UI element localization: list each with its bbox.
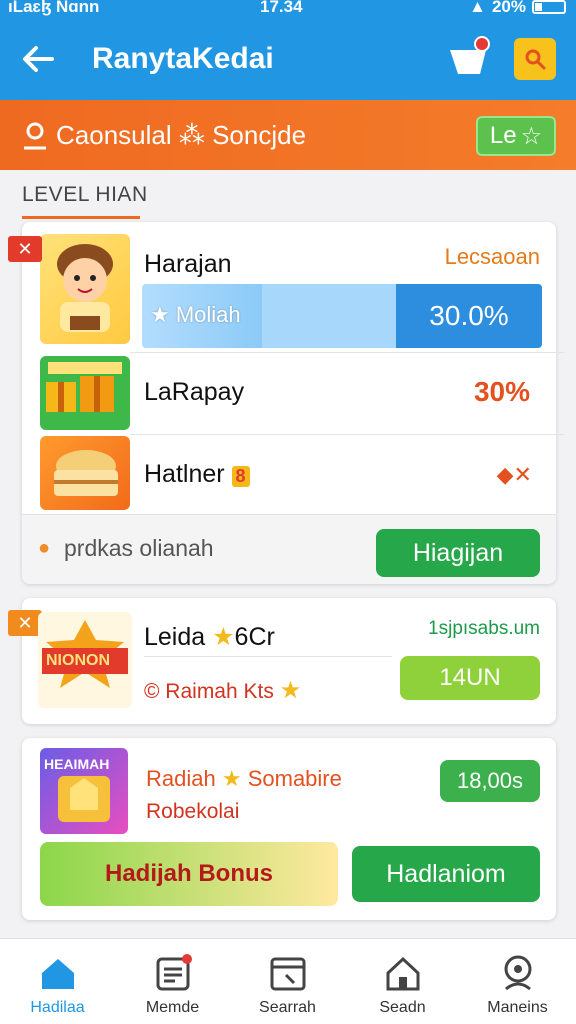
item-thumbnail[interactable] bbox=[40, 234, 130, 344]
item-thumbnail[interactable] bbox=[40, 356, 130, 430]
nav-item-profile[interactable]: Maneins bbox=[460, 939, 575, 1024]
home-icon bbox=[42, 959, 74, 989]
item-thumbnail[interactable]: NIONON bbox=[38, 612, 132, 708]
divider bbox=[130, 352, 564, 353]
promo-banner: Caonsulal ⁂ Soncjde Le ☆ bbox=[0, 100, 576, 170]
back-arrow-icon bbox=[23, 46, 54, 72]
nav-item-home[interactable]: Hadilaa bbox=[0, 939, 115, 1024]
nav-item-list[interactable]: Memde bbox=[115, 939, 230, 1024]
item-status: Lecsaoan bbox=[444, 244, 540, 269]
clock: 17.34 bbox=[260, 0, 303, 16]
search-icon bbox=[525, 49, 546, 70]
nav-item-house[interactable]: Seadn bbox=[345, 939, 460, 1024]
location-icon: ● bbox=[38, 537, 51, 559]
progress-bar: ★ Moliah 30.0% bbox=[142, 284, 542, 348]
star-icon: ★ bbox=[221, 766, 242, 791]
action-button[interactable]: Hadlaniom bbox=[352, 846, 540, 902]
app-bar: RanytaKedai bbox=[0, 22, 576, 100]
battery-label: 20% bbox=[491, 0, 526, 16]
claim-button[interactable]: Hiagijan bbox=[376, 529, 540, 577]
item-percent: 30% bbox=[473, 376, 530, 407]
card-footer: ● prdkas olianah Hiagijan bbox=[22, 514, 556, 584]
section-title: LEVEL HIAN bbox=[22, 183, 148, 206]
footer-text: prdkas olianah bbox=[64, 535, 214, 561]
battery-icon bbox=[532, 0, 566, 14]
reward-title: Leida ★6Cr bbox=[144, 623, 275, 651]
reward-link[interactable]: 1sjpısabs.um bbox=[428, 618, 540, 640]
star-outline-icon: ☆ bbox=[520, 122, 543, 150]
level-button[interactable]: Le ☆ bbox=[476, 116, 556, 156]
star-icon: ★ bbox=[279, 677, 302, 704]
bottom-nav: Hadilaa Memde Searrah Seadn Maneins bbox=[0, 938, 576, 1024]
user-icon bbox=[24, 122, 46, 150]
nav-label: Seadn bbox=[379, 999, 426, 1016]
signal-icon: ▲ bbox=[469, 0, 486, 16]
bonus-card: HEAIMAH Radiah ★ Somabire Robekolai 18,0… bbox=[22, 738, 556, 920]
item-thumbnail[interactable]: HEAIMAH bbox=[40, 748, 128, 834]
star-icon: ★ bbox=[212, 623, 235, 651]
item-thumbnail[interactable] bbox=[40, 436, 130, 510]
progress-label: Moliah bbox=[175, 302, 241, 327]
list-icon bbox=[156, 954, 192, 991]
reward-button[interactable]: 14UN bbox=[400, 656, 540, 700]
price-button[interactable]: 18,00s bbox=[440, 760, 540, 802]
nav-item-search[interactable]: Searrah bbox=[230, 939, 345, 1024]
status-bar: ıLaɛɮ Nɑnn 17.34 ▲ 20% bbox=[0, 0, 576, 22]
nav-label: Maneins bbox=[487, 999, 548, 1016]
gift-boxes-icon bbox=[46, 362, 122, 412]
app-title: RanytaKedai bbox=[92, 42, 274, 75]
progress-value: 30.0% bbox=[396, 284, 542, 348]
prize-label: HEAIMAH bbox=[44, 756, 110, 772]
banner-text: Caonsulal ⁂ Soncjde bbox=[56, 120, 307, 150]
close-small-icon[interactable]: ◆✕ bbox=[497, 462, 532, 488]
level-button-label: Le bbox=[489, 122, 517, 149]
item-name: Hatlner 8 bbox=[144, 460, 250, 489]
emblem-label: NIONON bbox=[46, 652, 110, 669]
back-button[interactable] bbox=[18, 38, 60, 80]
character-icon bbox=[57, 244, 113, 332]
nav-label: Hadilaa bbox=[30, 999, 85, 1016]
house-icon bbox=[386, 956, 420, 991]
remove-icon[interactable]: ✕ bbox=[8, 610, 42, 636]
divider bbox=[144, 656, 392, 657]
treasure-icon bbox=[54, 450, 118, 496]
item-name: LaRapay bbox=[144, 378, 245, 406]
trophy-icon: ★ bbox=[150, 302, 176, 327]
search-button[interactable] bbox=[514, 38, 556, 80]
section-underline bbox=[22, 216, 140, 219]
nav-label: Memde bbox=[145, 999, 200, 1016]
carrier-label: ıLaɛɮ Nɑnn bbox=[8, 0, 100, 16]
item-name: Harajan bbox=[144, 250, 232, 278]
image-icon bbox=[270, 957, 306, 991]
bonus-title: Radiah ★ Somabire bbox=[146, 766, 342, 791]
profile-icon bbox=[504, 955, 532, 991]
badge-icon: 8 bbox=[231, 466, 250, 487]
remove-icon[interactable]: ✕ bbox=[8, 236, 42, 262]
reward-subtitle: © Raimah Kts ★ bbox=[144, 677, 302, 704]
level-card: ✕ Harajan Lecsaoan ★ Moliah 30.0% LaRapa… bbox=[8, 222, 564, 584]
reward-card: ✕ NIONON Leida ★6Cr © Raimah Kts ★ 1sjpı… bbox=[8, 598, 556, 724]
bonus-subtitle: Robekolai bbox=[146, 800, 240, 823]
nav-label: Searrah bbox=[259, 999, 316, 1016]
cart-badge bbox=[474, 36, 490, 52]
divider bbox=[130, 434, 564, 435]
bonus-button[interactable]: Hadijah Bonus bbox=[40, 842, 338, 906]
